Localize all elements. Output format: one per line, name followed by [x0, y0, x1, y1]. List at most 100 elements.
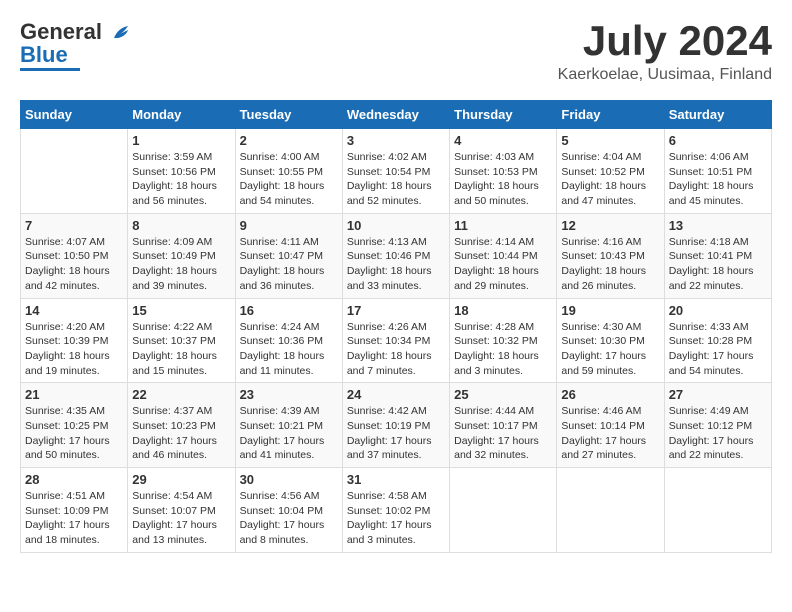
day-info: Sunrise: 4:09 AMSunset: 10:49 PMDaylight… — [132, 235, 230, 294]
day-info: Sunrise: 4:26 AMSunset: 10:34 PMDaylight… — [347, 320, 445, 379]
calendar-day-cell: 23 Sunrise: 4:39 AMSunset: 10:21 PMDaylig… — [235, 383, 342, 468]
calendar-day-cell: 11Sunrise: 4:14 AMSunset: 10:44 PMDaylig… — [450, 213, 557, 298]
calendar-day-cell: 1 Sunrise: 3:59 AMSunset: 10:56 PMDayligh… — [128, 129, 235, 214]
day-info: Sunrise: 4:51 AMSunset: 10:09 PMDaylight… — [25, 489, 123, 548]
day-number: 17 — [347, 303, 445, 318]
calendar-day-cell: 7 Sunrise: 4:07 AMSunset: 10:50 PMDayligh… — [21, 213, 128, 298]
day-info: Sunrise: 4:22 AMSunset: 10:37 PMDaylight… — [132, 320, 230, 379]
calendar-week-row: 1 Sunrise: 3:59 AMSunset: 10:56 PMDayligh… — [21, 129, 772, 214]
day-info: Sunrise: 4:06 AMSunset: 10:51 PMDaylight… — [669, 150, 767, 209]
day-of-week-header: Wednesday — [342, 101, 449, 129]
day-info: Sunrise: 4:42 AMSunset: 10:19 PMDaylight… — [347, 404, 445, 463]
day-info: Sunrise: 4:24 AMSunset: 10:36 PMDaylight… — [240, 320, 338, 379]
calendar-header-row: SundayMondayTuesdayWednesdayThursdayFrid… — [21, 101, 772, 129]
day-number: 18 — [454, 303, 552, 318]
day-info: Sunrise: 4:13 AMSunset: 10:46 PMDaylight… — [347, 235, 445, 294]
logo: General Blue — [20, 20, 132, 71]
calendar-day-cell: 30 Sunrise: 4:56 AMSunset: 10:04 PMDaylig… — [235, 468, 342, 553]
day-info: Sunrise: 4:20 AMSunset: 10:39 PMDaylight… — [25, 320, 123, 379]
day-number: 31 — [347, 472, 445, 487]
logo-underline — [20, 68, 80, 71]
day-number: 9 — [240, 218, 338, 233]
calendar-day-cell: 27 Sunrise: 4:49 AMSunset: 10:12 PMDaylig… — [664, 383, 771, 468]
calendar-day-cell: 29Sunrise: 4:54 AMSunset: 10:07 PMDaylig… — [128, 468, 235, 553]
day-of-week-header: Sunday — [21, 101, 128, 129]
day-info: Sunrise: 4:03 AMSunset: 10:53 PMDaylight… — [454, 150, 552, 209]
calendar-day-cell — [557, 468, 664, 553]
calendar-day-cell: 28 Sunrise: 4:51 AMSunset: 10:09 PMDaylig… — [21, 468, 128, 553]
calendar-day-cell: 25Sunrise: 4:44 AMSunset: 10:17 PMDaylig… — [450, 383, 557, 468]
calendar-day-cell: 22 Sunrise: 4:37 AMSunset: 10:23 PMDaylig… — [128, 383, 235, 468]
calendar-week-row: 21 Sunrise: 4:35 AMSunset: 10:25 PMDaylig… — [21, 383, 772, 468]
calendar-week-row: 7 Sunrise: 4:07 AMSunset: 10:50 PMDayligh… — [21, 213, 772, 298]
calendar-day-cell: 19 Sunrise: 4:30 AMSunset: 10:30 PMDaylig… — [557, 298, 664, 383]
calendar-day-cell: 9 Sunrise: 4:11 AMSunset: 10:47 PMDayligh… — [235, 213, 342, 298]
month-title: July 2024 — [558, 20, 772, 62]
calendar-day-cell: 17 Sunrise: 4:26 AMSunset: 10:34 PMDaylig… — [342, 298, 449, 383]
calendar-day-cell: 31Sunrise: 4:58 AMSunset: 10:02 PMDaylig… — [342, 468, 449, 553]
day-info: Sunrise: 4:33 AMSunset: 10:28 PMDaylight… — [669, 320, 767, 379]
day-number: 3 — [347, 133, 445, 148]
day-info: Sunrise: 3:59 AMSunset: 10:56 PMDaylight… — [132, 150, 230, 209]
day-of-week-header: Thursday — [450, 101, 557, 129]
day-number: 19 — [561, 303, 659, 318]
calendar-day-cell: 12Sunrise: 4:16 AMSunset: 10:43 PMDaylig… — [557, 213, 664, 298]
day-number: 7 — [25, 218, 123, 233]
day-info: Sunrise: 4:02 AMSunset: 10:54 PMDaylight… — [347, 150, 445, 209]
calendar-day-cell: 18 Sunrise: 4:28 AMSunset: 10:32 PMDaylig… — [450, 298, 557, 383]
day-number: 29 — [132, 472, 230, 487]
logo-text-general: General — [20, 19, 102, 44]
day-info: Sunrise: 4:49 AMSunset: 10:12 PMDaylight… — [669, 404, 767, 463]
calendar-day-cell: 14 Sunrise: 4:20 AMSunset: 10:39 PMDaylig… — [21, 298, 128, 383]
day-number: 25 — [454, 387, 552, 402]
calendar-day-cell — [664, 468, 771, 553]
day-number: 4 — [454, 133, 552, 148]
day-number: 23 — [240, 387, 338, 402]
day-number: 24 — [347, 387, 445, 402]
day-number: 8 — [132, 218, 230, 233]
day-number: 10 — [347, 218, 445, 233]
title-section: July 2024 Kaerkoelae, Uusimaa, Finland — [558, 20, 772, 84]
day-number: 13 — [669, 218, 767, 233]
calendar-table: SundayMondayTuesdayWednesdayThursdayFrid… — [20, 100, 772, 553]
location-title: Kaerkoelae, Uusimaa, Finland — [558, 66, 772, 84]
calendar-day-cell: 5Sunrise: 4:04 AMSunset: 10:52 PMDayligh… — [557, 129, 664, 214]
day-info: Sunrise: 4:30 AMSunset: 10:30 PMDaylight… — [561, 320, 659, 379]
logo-bird-icon — [110, 22, 132, 44]
day-number: 20 — [669, 303, 767, 318]
calendar-week-row: 28 Sunrise: 4:51 AMSunset: 10:09 PMDaylig… — [21, 468, 772, 553]
day-of-week-header: Saturday — [664, 101, 771, 129]
day-info: Sunrise: 4:37 AMSunset: 10:23 PMDaylight… — [132, 404, 230, 463]
calendar-day-cell: 4 Sunrise: 4:03 AMSunset: 10:53 PMDayligh… — [450, 129, 557, 214]
day-number: 5 — [561, 133, 659, 148]
calendar-day-cell: 2Sunrise: 4:00 AMSunset: 10:55 PMDayligh… — [235, 129, 342, 214]
day-number: 14 — [25, 303, 123, 318]
calendar-day-cell: 6 Sunrise: 4:06 AMSunset: 10:51 PMDayligh… — [664, 129, 771, 214]
calendar-day-cell: 15Sunrise: 4:22 AMSunset: 10:37 PMDaylig… — [128, 298, 235, 383]
day-number: 11 — [454, 218, 552, 233]
day-number: 2 — [240, 133, 338, 148]
day-info: Sunrise: 4:07 AMSunset: 10:50 PMDaylight… — [25, 235, 123, 294]
day-number: 6 — [669, 133, 767, 148]
day-info: Sunrise: 4:39 AMSunset: 10:21 PMDaylight… — [240, 404, 338, 463]
calendar-day-cell: 3 Sunrise: 4:02 AMSunset: 10:54 PMDayligh… — [342, 129, 449, 214]
day-number: 30 — [240, 472, 338, 487]
day-number: 27 — [669, 387, 767, 402]
calendar-day-cell: 20 Sunrise: 4:33 AMSunset: 10:28 PMDaylig… — [664, 298, 771, 383]
calendar-day-cell: 21 Sunrise: 4:35 AMSunset: 10:25 PMDaylig… — [21, 383, 128, 468]
day-number: 1 — [132, 133, 230, 148]
day-number: 28 — [25, 472, 123, 487]
day-number: 21 — [25, 387, 123, 402]
day-number: 16 — [240, 303, 338, 318]
day-info: Sunrise: 4:35 AMSunset: 10:25 PMDaylight… — [25, 404, 123, 463]
calendar-day-cell — [450, 468, 557, 553]
calendar-day-cell: 24 Sunrise: 4:42 AMSunset: 10:19 PMDaylig… — [342, 383, 449, 468]
day-number: 12 — [561, 218, 659, 233]
day-number: 22 — [132, 387, 230, 402]
day-info: Sunrise: 4:11 AMSunset: 10:47 PMDaylight… — [240, 235, 338, 294]
day-info: Sunrise: 4:18 AMSunset: 10:41 PMDaylight… — [669, 235, 767, 294]
calendar-day-cell: 8 Sunrise: 4:09 AMSunset: 10:49 PMDayligh… — [128, 213, 235, 298]
calendar-day-cell: 10 Sunrise: 4:13 AMSunset: 10:46 PMDaylig… — [342, 213, 449, 298]
day-info: Sunrise: 4:56 AMSunset: 10:04 PMDaylight… — [240, 489, 338, 548]
day-info: Sunrise: 4:28 AMSunset: 10:32 PMDaylight… — [454, 320, 552, 379]
